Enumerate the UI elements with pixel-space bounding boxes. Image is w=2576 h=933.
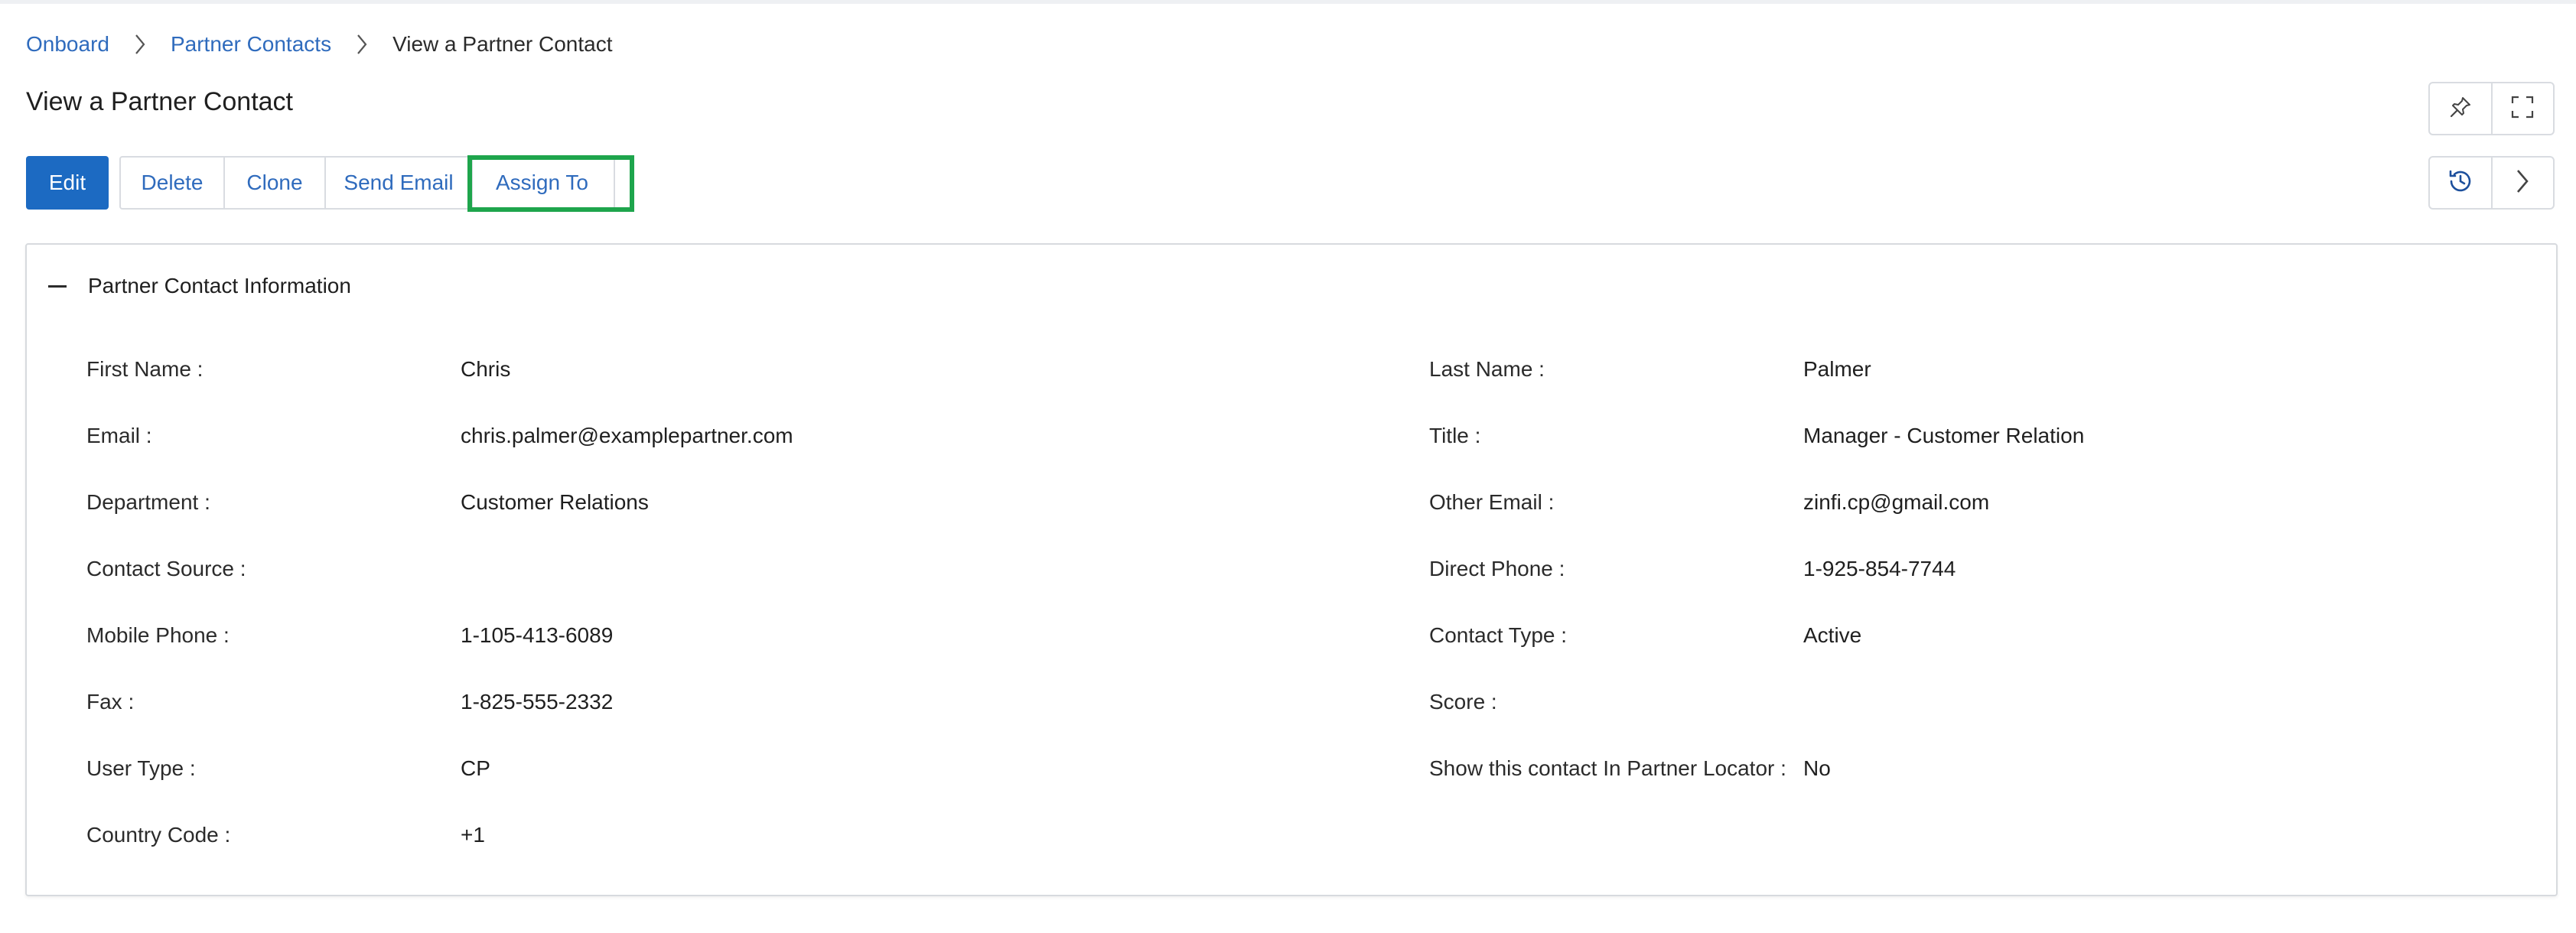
- section-title: Partner Contact Information: [88, 274, 351, 297]
- field-label: Contact Source :: [86, 557, 246, 580]
- edit-button[interactable]: Edit: [26, 156, 109, 210]
- fullscreen-icon: [2511, 96, 2534, 122]
- field-value: Customer Relations: [461, 490, 649, 514]
- field-value: Active: [1803, 623, 1862, 647]
- breadcrumb: Onboard Partner Contacts View a Partner …: [26, 29, 613, 60]
- field-label: User Type :: [86, 756, 196, 780]
- field-label: Department :: [86, 490, 210, 514]
- record-nav-group: [2428, 156, 2555, 210]
- field-value: No: [1803, 756, 1831, 780]
- field-label: Show this contact In Partner Locator :: [1429, 756, 1786, 780]
- field-value: 1-825-555-2332: [461, 690, 614, 714]
- action-button-group: Delete Clone Send Email Assign To: [119, 156, 615, 210]
- field-label: Title :: [1429, 424, 1481, 447]
- chevron-right-icon: [2515, 168, 2530, 198]
- breadcrumb-current: View a Partner Contact: [392, 32, 613, 56]
- field-label: First Name :: [86, 357, 204, 381]
- field-value: Chris: [461, 357, 511, 381]
- pin-icon: [2449, 96, 2472, 122]
- field-label: Direct Phone :: [1429, 557, 1565, 580]
- action-toolbar: Edit Delete Clone Send Email Assign To: [26, 156, 615, 210]
- breadcrumb-onboard[interactable]: Onboard: [26, 32, 109, 57]
- clone-button[interactable]: Clone: [223, 158, 324, 208]
- fullscreen-button[interactable]: [2490, 83, 2554, 134]
- field-label: Score :: [1429, 690, 1497, 714]
- field-label: Country Code :: [86, 823, 231, 847]
- pin-button[interactable]: [2430, 83, 2491, 134]
- field-label: Mobile Phone :: [86, 623, 230, 647]
- history-button[interactable]: [2430, 158, 2491, 208]
- field-value: CP: [461, 756, 490, 780]
- collapse-icon[interactable]: [48, 284, 67, 288]
- next-record-button[interactable]: [2490, 158, 2554, 208]
- field-value: 1-925-854-7744: [1803, 557, 1956, 580]
- section-header[interactable]: Partner Contact Information: [48, 274, 351, 298]
- assign-to-button[interactable]: Assign To: [471, 158, 614, 208]
- page-title: View a Partner Contact: [26, 87, 293, 116]
- history-icon: [2447, 167, 2474, 199]
- field-value: zinfi.cp@gmail.com: [1803, 490, 1990, 514]
- chevron-right-icon: [109, 34, 171, 55]
- field-value: Manager - Customer Relation: [1803, 424, 2085, 447]
- send-email-button[interactable]: Send Email: [324, 158, 471, 208]
- breadcrumb-partner-contacts[interactable]: Partner Contacts: [171, 32, 331, 57]
- field-value: 1-105-413-6089: [461, 623, 614, 647]
- field-label: Other Email :: [1429, 490, 1555, 514]
- field-label: Last Name :: [1429, 357, 1545, 381]
- field-label: Contact Type :: [1429, 623, 1568, 647]
- field-value: +1: [461, 823, 485, 847]
- delete-button[interactable]: Delete: [121, 158, 223, 208]
- field-label: Fax :: [86, 690, 135, 714]
- top-divider: [0, 0, 2576, 4]
- partner-contact-info-panel: Partner Contact Information First Name :…: [25, 243, 2558, 896]
- field-value: Palmer: [1803, 357, 1871, 381]
- field-value: chris.palmer@examplepartner.com: [461, 424, 793, 447]
- chevron-right-icon: [331, 34, 392, 55]
- view-options-group: [2428, 82, 2555, 135]
- field-label: Email :: [86, 424, 152, 447]
